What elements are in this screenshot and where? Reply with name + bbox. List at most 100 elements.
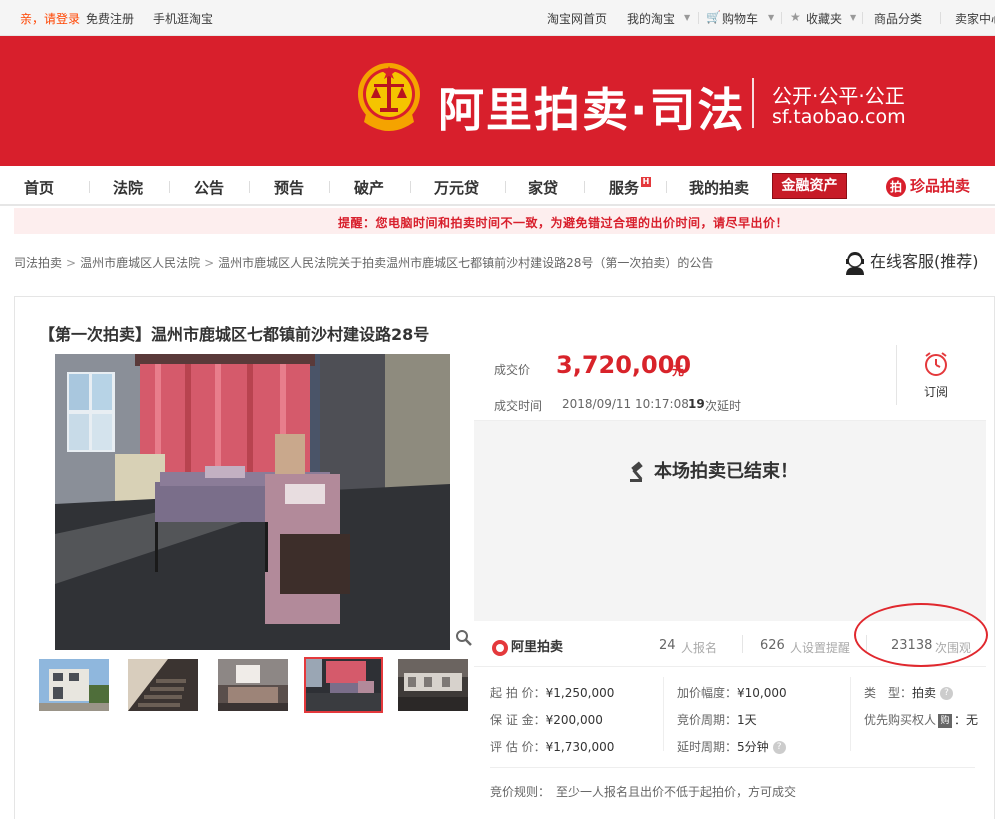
taobao-home-link[interactable]: 淘宝网首页 — [547, 10, 607, 27]
ali-auction-logo-icon — [492, 639, 508, 656]
thumbnail-image — [306, 659, 381, 711]
reminder-count: 626 — [760, 638, 785, 653]
divider — [505, 181, 506, 193]
hot-badge: H — [641, 177, 652, 187]
nav-item-service-label: 服务 — [609, 179, 640, 197]
nav-item-announcements[interactable]: 公告 — [194, 177, 224, 198]
top-bar: 亲，请登录 免费注册 手机逛淘宝 淘宝网首页 我的淘宝 ▼ 🛒 购物车 ▼ ★ … — [0, 0, 995, 36]
register-link[interactable]: 免费注册 — [86, 10, 134, 27]
nav-item-home[interactable]: 首页 — [24, 177, 54, 198]
nav-item-bankruptcy[interactable]: 破产 — [354, 177, 384, 198]
online-service-link[interactable]: 在线客服(推荐) — [844, 248, 979, 275]
main-photo[interactable] — [35, 354, 472, 650]
delay-count: 19 — [688, 397, 705, 411]
bidding-rules: 竞价规则： 至少一人报名且出价不低于起拍价，方可成交 — [490, 783, 796, 800]
divider — [698, 12, 699, 24]
bidding-rules-label: 竞价规则： — [490, 785, 551, 799]
cart-icon: 🛒 — [706, 10, 721, 24]
favorites-link[interactable]: 收藏夹 — [806, 10, 842, 27]
auction-panel: 【第一次拍卖】温州市鹿城区七都镇前沙村建设路28号 成交价 3,720,000 … — [14, 296, 995, 819]
categories-link[interactable]: 商品分类 — [874, 10, 922, 27]
auction-status-area: 本场拍卖已结束！ — [474, 421, 986, 621]
breadcrumb: 司法拍卖 > 温州市鹿城区人民法院 > 温州市鹿城区人民法院关于拍卖温州市鹿城区七都镇前… — [14, 254, 713, 271]
star-icon: ★ — [790, 10, 801, 24]
auction-ended-message: 本场拍卖已结束！ — [628, 457, 798, 483]
priority-buyer-label: 优先购买权人 — [864, 713, 937, 727]
subscribe-label: 订阅 — [923, 385, 948, 399]
nav-item-finance[interactable]: 金融资产 — [772, 173, 847, 199]
divider — [742, 635, 743, 653]
customer-service-icon — [846, 251, 864, 275]
chevron-down-icon: ▼ — [684, 13, 691, 22]
deal-time-label: 成交时间 — [494, 399, 543, 413]
thumbnail[interactable] — [128, 659, 198, 711]
ali-auction-logo-text: 阿里拍卖 — [511, 640, 564, 655]
delay-label: 次延时 — [705, 399, 742, 413]
seller-center-link[interactable]: 卖家中心 — [955, 10, 995, 27]
increment-value: ¥10,000 — [737, 686, 787, 700]
login-link[interactable]: 亲，请登录 — [20, 10, 80, 27]
chevron-down-icon: ▼ — [768, 13, 775, 22]
highlight-circle — [854, 603, 988, 667]
help-icon[interactable]: ? — [772, 741, 786, 754]
nav-item-home-loan[interactable]: 家贷 — [528, 177, 558, 198]
room-photo-image — [35, 354, 450, 650]
breadcrumb-item[interactable]: 温州市鹿城区人民法院 — [80, 256, 200, 270]
auction-type-label: 类 型： — [864, 686, 913, 700]
my-taobao-link[interactable]: 我的淘宝 — [627, 10, 675, 27]
court-emblem-icon[interactable] — [356, 58, 422, 138]
breadcrumb-separator: > — [66, 256, 77, 270]
start-price-value: ¥1,250,000 — [545, 686, 615, 700]
auction-ended-text: 本场拍卖已结束！ — [654, 461, 798, 482]
nav-item-my-auctions[interactable]: 我的拍卖 — [689, 177, 749, 198]
thumbnail-selected[interactable] — [304, 657, 383, 713]
divider — [410, 181, 411, 193]
thumbnail-image — [218, 659, 288, 711]
help-icon[interactable]: ? — [940, 687, 954, 700]
item-title: 【第一次拍卖】温州市鹿城区七都镇前沙村建设路28号 — [39, 325, 430, 344]
divider — [329, 181, 330, 193]
cart-link[interactable]: 购物车 — [722, 10, 758, 27]
time-notice: 提醒：您电脑时间和拍卖时间不一致，为避免错过合理的出价时间，请尽早出价！ — [14, 208, 995, 234]
deposit: 保 证 金：¥200,000 — [490, 711, 603, 728]
ali-auction-logo: 阿里拍卖 — [492, 636, 563, 656]
breadcrumb-separator: > — [204, 256, 215, 270]
thumbnail-image — [398, 659, 468, 711]
breadcrumb-current: 温州市鹿城区人民法院关于拍卖温州市鹿城区七都镇前沙村建设路28号（第一次拍卖）的… — [218, 256, 714, 270]
priority-buyer: 优先购买权人购：无 — [864, 711, 978, 728]
thumbnail[interactable] — [39, 659, 109, 711]
thumbnail[interactable] — [218, 659, 288, 711]
appraisal: 评 估 价：¥1,730,000 — [490, 738, 614, 755]
deposit-label: 保 证 金： — [490, 713, 546, 727]
thumbnail-image — [39, 659, 109, 711]
divider — [940, 12, 941, 24]
nav-item-preview[interactable]: 预告 — [274, 177, 304, 198]
thumbnail[interactable] — [398, 659, 468, 711]
nav-item-zhenpin-label: 珍品拍卖 — [910, 177, 971, 195]
zoom-icon[interactable] — [455, 629, 473, 647]
divider — [169, 181, 170, 193]
divider — [666, 181, 667, 193]
subscribe-button[interactable]: 订阅 — [906, 351, 966, 411]
thumbnail-image — [128, 659, 198, 711]
nav-item-zhenpin[interactable]: 拍珍品拍卖 — [886, 175, 970, 197]
mobile-link[interactable]: 手机逛淘宝 — [153, 10, 213, 27]
nav-item-service[interactable]: 服务 H — [609, 177, 652, 198]
divider — [249, 181, 250, 193]
banner: 阿里拍卖·司法 公开·公平·公正 sf.taobao.com — [0, 36, 995, 166]
alarm-clock-icon — [925, 352, 947, 376]
divider — [490, 767, 975, 768]
auction-type: 类 型：拍卖? — [864, 684, 954, 701]
signup-count: 24 — [659, 638, 676, 653]
banner-url: sf.taobao.com — [772, 106, 906, 128]
nav-item-courts[interactable]: 法院 — [113, 177, 143, 198]
divider — [850, 677, 851, 751]
delay-period-value: 5分钟 — [737, 740, 769, 754]
gavel-icon — [630, 461, 643, 482]
breadcrumb-item[interactable]: 司法拍卖 — [14, 256, 62, 270]
main-nav: 首页 法院 公告 预告 破产 万元贷 家贷 服务 H 我的拍卖 金融资产 拍珍品拍… — [0, 166, 995, 206]
price-unit: 元 — [672, 364, 685, 378]
nav-item-loan[interactable]: 万元贷 — [434, 177, 479, 198]
bid-period-value: 1天 — [737, 713, 757, 727]
price-value: 3,720,000 — [556, 351, 692, 379]
